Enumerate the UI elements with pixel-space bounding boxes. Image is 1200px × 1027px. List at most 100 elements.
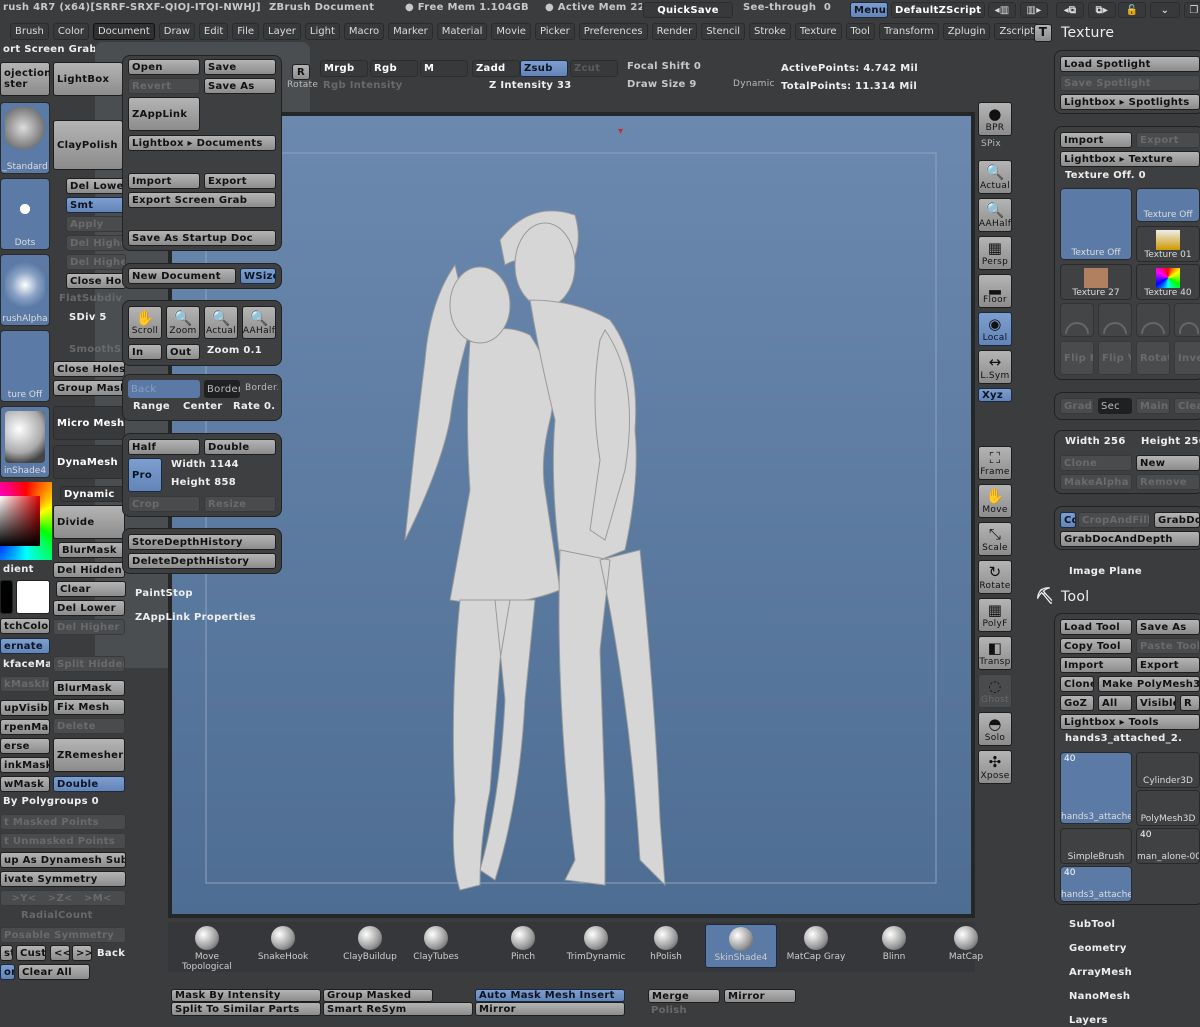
menu-macro[interactable]: Macro (343, 23, 385, 40)
export-button[interactable]: Export (1136, 657, 1200, 673)
clone-button[interactable]: Clone (1060, 676, 1094, 692)
lightbox-button[interactable]: LightBox (53, 62, 123, 96)
item-button[interactable]: >> (72, 945, 92, 961)
menu-stencil[interactable]: Stencil (701, 23, 746, 40)
tchcolor-button[interactable]: tchColor (0, 618, 50, 634)
ojection-ster-button[interactable]: ojection ster (0, 62, 50, 96)
scroll-button[interactable]: ✋ Scroll (128, 306, 162, 339)
texture-palette-icon[interactable]: T (1034, 24, 1052, 42)
xpose-button[interactable]: ✣ Xpose (978, 750, 1012, 784)
tool-thumbnail[interactable]: Cylinder3D (1136, 752, 1200, 788)
dots-thumbnail[interactable]: Dots (0, 178, 50, 250)
menu-picker[interactable]: Picker (534, 23, 575, 40)
visible-button[interactable]: Visible (1136, 695, 1176, 711)
transp-button[interactable]: ◧ Transp (978, 636, 1012, 670)
menu-preferences[interactable]: Preferences (578, 23, 648, 40)
menu-texture[interactable]: Texture (794, 23, 842, 40)
texture-thumbnail[interactable]: Texture Off (1060, 188, 1132, 260)
color-picker[interactable] (0, 482, 52, 560)
import-button[interactable]: Import (128, 173, 200, 189)
st-button[interactable]: st (0, 945, 13, 961)
palette-left-icon[interactable]: ◂⧉ (1056, 2, 1084, 18)
mrgb-button[interactable]: Mrgb (320, 60, 368, 77)
item-button[interactable]: << (50, 945, 70, 961)
close-hol-button[interactable]: Close Hol (66, 273, 126, 289)
menu-tool[interactable]: Tool (845, 23, 875, 40)
menu-movie[interactable]: Movie (491, 23, 531, 40)
scroll-left-icon[interactable]: ◂▥ (988, 2, 1016, 18)
clear-button[interactable]: Clear (56, 581, 126, 597)
palette-right-icon[interactable]: ⧉▸ (1088, 2, 1116, 18)
erse-button[interactable]: erse (0, 738, 50, 754)
menu-zplugin[interactable]: Zplugin (942, 23, 991, 40)
aahalf-button[interactable]: 🔍 AAHalf (978, 198, 1012, 232)
tool-thumbnail[interactable]: man_alone-001 40 (1136, 828, 1200, 864)
zapplink-button[interactable]: ZAppLink (128, 97, 200, 131)
shelf-item-matcap-gray[interactable]: MatCap Gray (780, 924, 852, 968)
make-polymesh3d-button[interactable]: Make PolyMesh3D (1098, 676, 1200, 692)
canvas-viewport[interactable]: ▾ (168, 112, 975, 918)
shelf-item-snakehook[interactable]: SnakeHook (247, 924, 319, 968)
menu-color[interactable]: Color (52, 23, 89, 40)
load-tool-button[interactable]: Load Tool (1060, 619, 1132, 635)
blurmask-button[interactable]: BlurMask (58, 542, 126, 558)
import-button[interactable]: Import (1060, 657, 1132, 673)
texture-adjust-knob[interactable] (1174, 303, 1200, 337)
scroll-right-icon[interactable]: ▥▸ (1020, 2, 1048, 18)
double-button[interactable]: Double (204, 439, 276, 455)
ernate-button[interactable]: ernate (0, 638, 50, 654)
auto-mask-mesh-insert-button[interactable]: Auto Mask Mesh Insert (475, 989, 625, 1002)
zsub-button[interactable]: Zsub (520, 60, 568, 77)
pro-button[interactable]: Pro (128, 458, 162, 492)
tool-palette-icon[interactable]: ⛏ (1032, 586, 1052, 606)
goz-button[interactable]: GoZ (1060, 695, 1094, 711)
quicksave-button[interactable]: QuickSave (643, 2, 733, 18)
ture-off-thumbnail[interactable]: ture Off (0, 330, 50, 402)
claypolish-button[interactable]: ClayPolish (53, 120, 123, 170)
defaultzscript-button[interactable]: DefaultZScript (891, 2, 985, 18)
solo-button[interactable]: ◓ Solo (978, 712, 1012, 746)
group-mask-button[interactable]: Group Mask (53, 380, 125, 396)
merge-button[interactable]: Merge (648, 989, 720, 1003)
standard-thumbnail[interactable]: _Standard (0, 102, 50, 174)
mirror-button[interactable]: Mirror (475, 1002, 625, 1016)
lightbox-documents-button[interactable]: Lightbox ▸ Documents (128, 135, 276, 151)
rotate-icon[interactable]: R (292, 64, 310, 80)
polyf-button[interactable]: ▦ PolyF (978, 598, 1012, 632)
shelf-item-trimdynamic[interactable]: TrimDynamic (560, 924, 632, 968)
save-as-startup-doc-button[interactable]: Save As Startup Doc (128, 230, 276, 246)
grabdocanddepth-button[interactable]: GrabDocAndDepth (1060, 531, 1200, 547)
close-holes-button[interactable]: Close Holes (53, 361, 125, 377)
double-button[interactable]: Double (53, 776, 125, 792)
menu-light[interactable]: Light (304, 23, 340, 40)
shelf-item-claytubes[interactable]: ClayTubes (400, 924, 472, 968)
deletedepthhistory-button[interactable]: DeleteDepthHistory (128, 553, 276, 569)
blurmask-button[interactable]: BlurMask (53, 680, 125, 696)
all-button[interactable]: All (1098, 695, 1132, 711)
back-button[interactable]: Back (128, 380, 200, 398)
shelf-item-pinch[interactable]: Pinch (487, 924, 559, 968)
wmask-button[interactable]: wMask (0, 776, 50, 792)
r-button[interactable]: R (1180, 695, 1200, 711)
shelf-item-matcap[interactable]: MatCap (930, 924, 1002, 968)
shelf-item-skinshade4[interactable]: SkinShade4 (705, 924, 777, 968)
smt-button[interactable]: Smt (66, 197, 126, 213)
inshade4-thumbnail[interactable]: inShade4 (0, 406, 50, 478)
new-button[interactable]: New (1136, 455, 1200, 471)
fix-mesh-button[interactable]: Fix Mesh (53, 699, 125, 715)
tool-thumbnail[interactable]: hands3_attachec 40 (1060, 866, 1132, 902)
m-button[interactable]: M (420, 60, 468, 77)
see-through-0-slider[interactable]: See-through 0 (740, 0, 840, 14)
ont-button[interactable]: ont (0, 964, 15, 980)
tool-thumbnail[interactable]: PolyMesh3D (1136, 790, 1200, 826)
split-to-similar-parts-button[interactable]: Split To Similar Parts (171, 1002, 321, 1016)
local-button[interactable]: ◉ Local (978, 312, 1012, 346)
export-button[interactable]: Export (204, 173, 276, 189)
save-as-button[interactable]: Save As (1136, 619, 1200, 635)
actual-button[interactable]: 🔍 Actual (978, 160, 1012, 194)
zadd-button[interactable]: Zadd (472, 60, 520, 77)
export-screen-grab-button[interactable]: Export Screen Grab (128, 192, 276, 208)
l-sym-button[interactable]: ↔ L.Sym (978, 350, 1012, 384)
smart-resym-button[interactable]: Smart ReSym (323, 1002, 473, 1016)
del-lower-button[interactable]: Del Lower (53, 600, 125, 616)
